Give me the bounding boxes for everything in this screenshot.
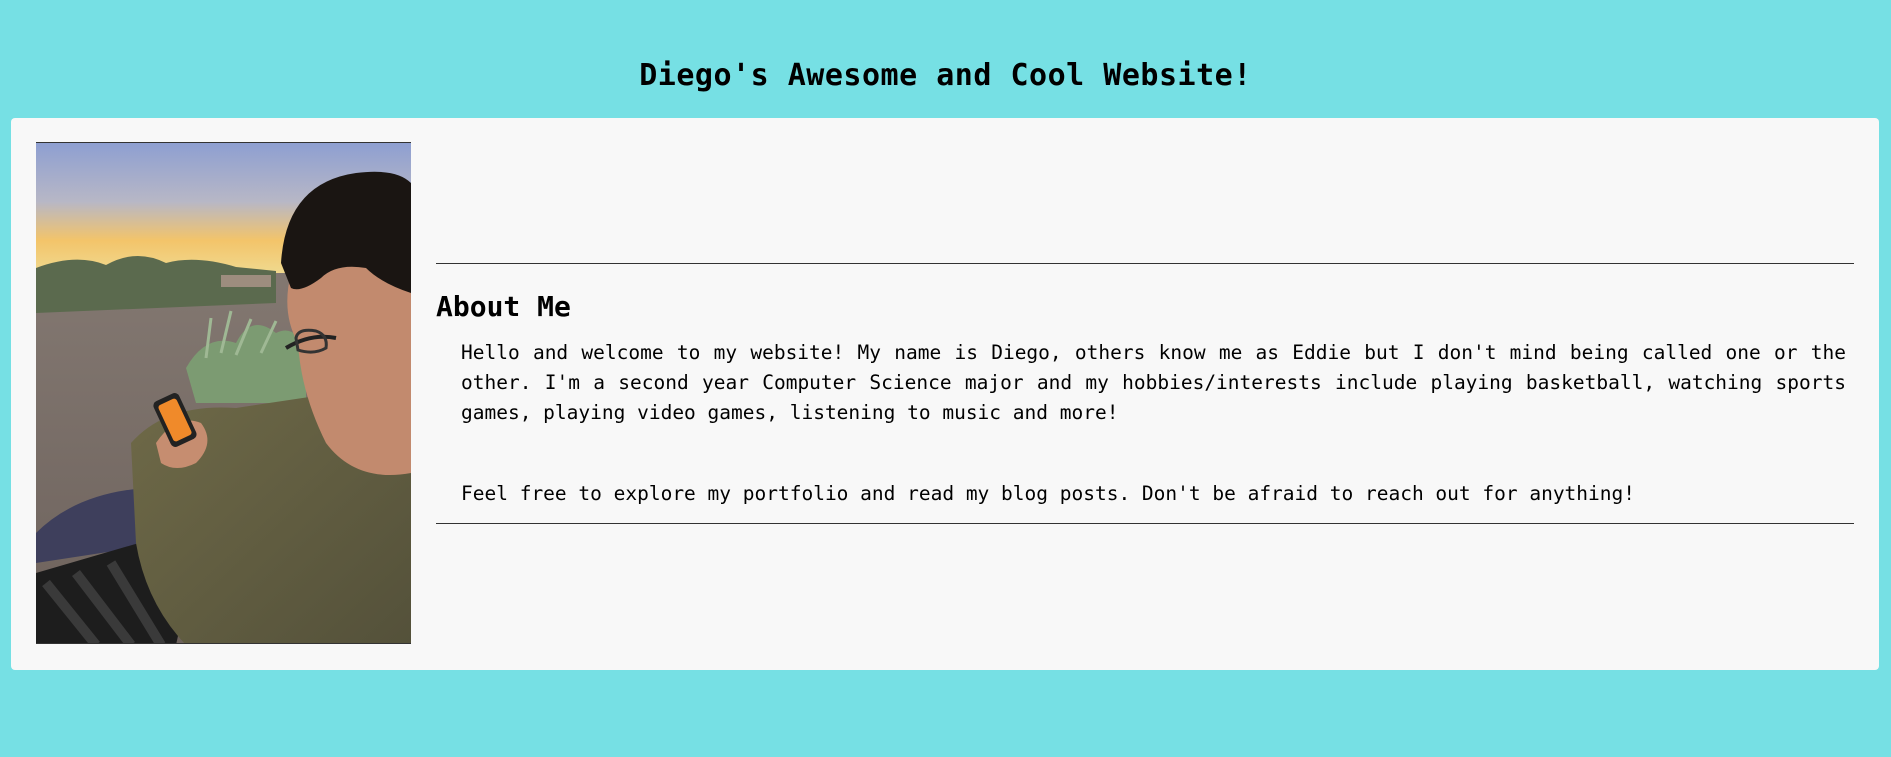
site-title: Diego's Awesome and Cool Website! <box>639 58 1252 93</box>
about-card: About Me Hello and welcome to my website… <box>11 118 1879 670</box>
about-paragraph-intro: Hello and welcome to my website! My name… <box>461 341 1846 424</box>
about-section: About Me Hello and welcome to my website… <box>436 263 1854 524</box>
about-heading: About Me <box>436 290 571 323</box>
profile-photo <box>36 142 411 644</box>
about-paragraph-outro: Feel free to explore my portfolio and re… <box>461 482 1635 505</box>
